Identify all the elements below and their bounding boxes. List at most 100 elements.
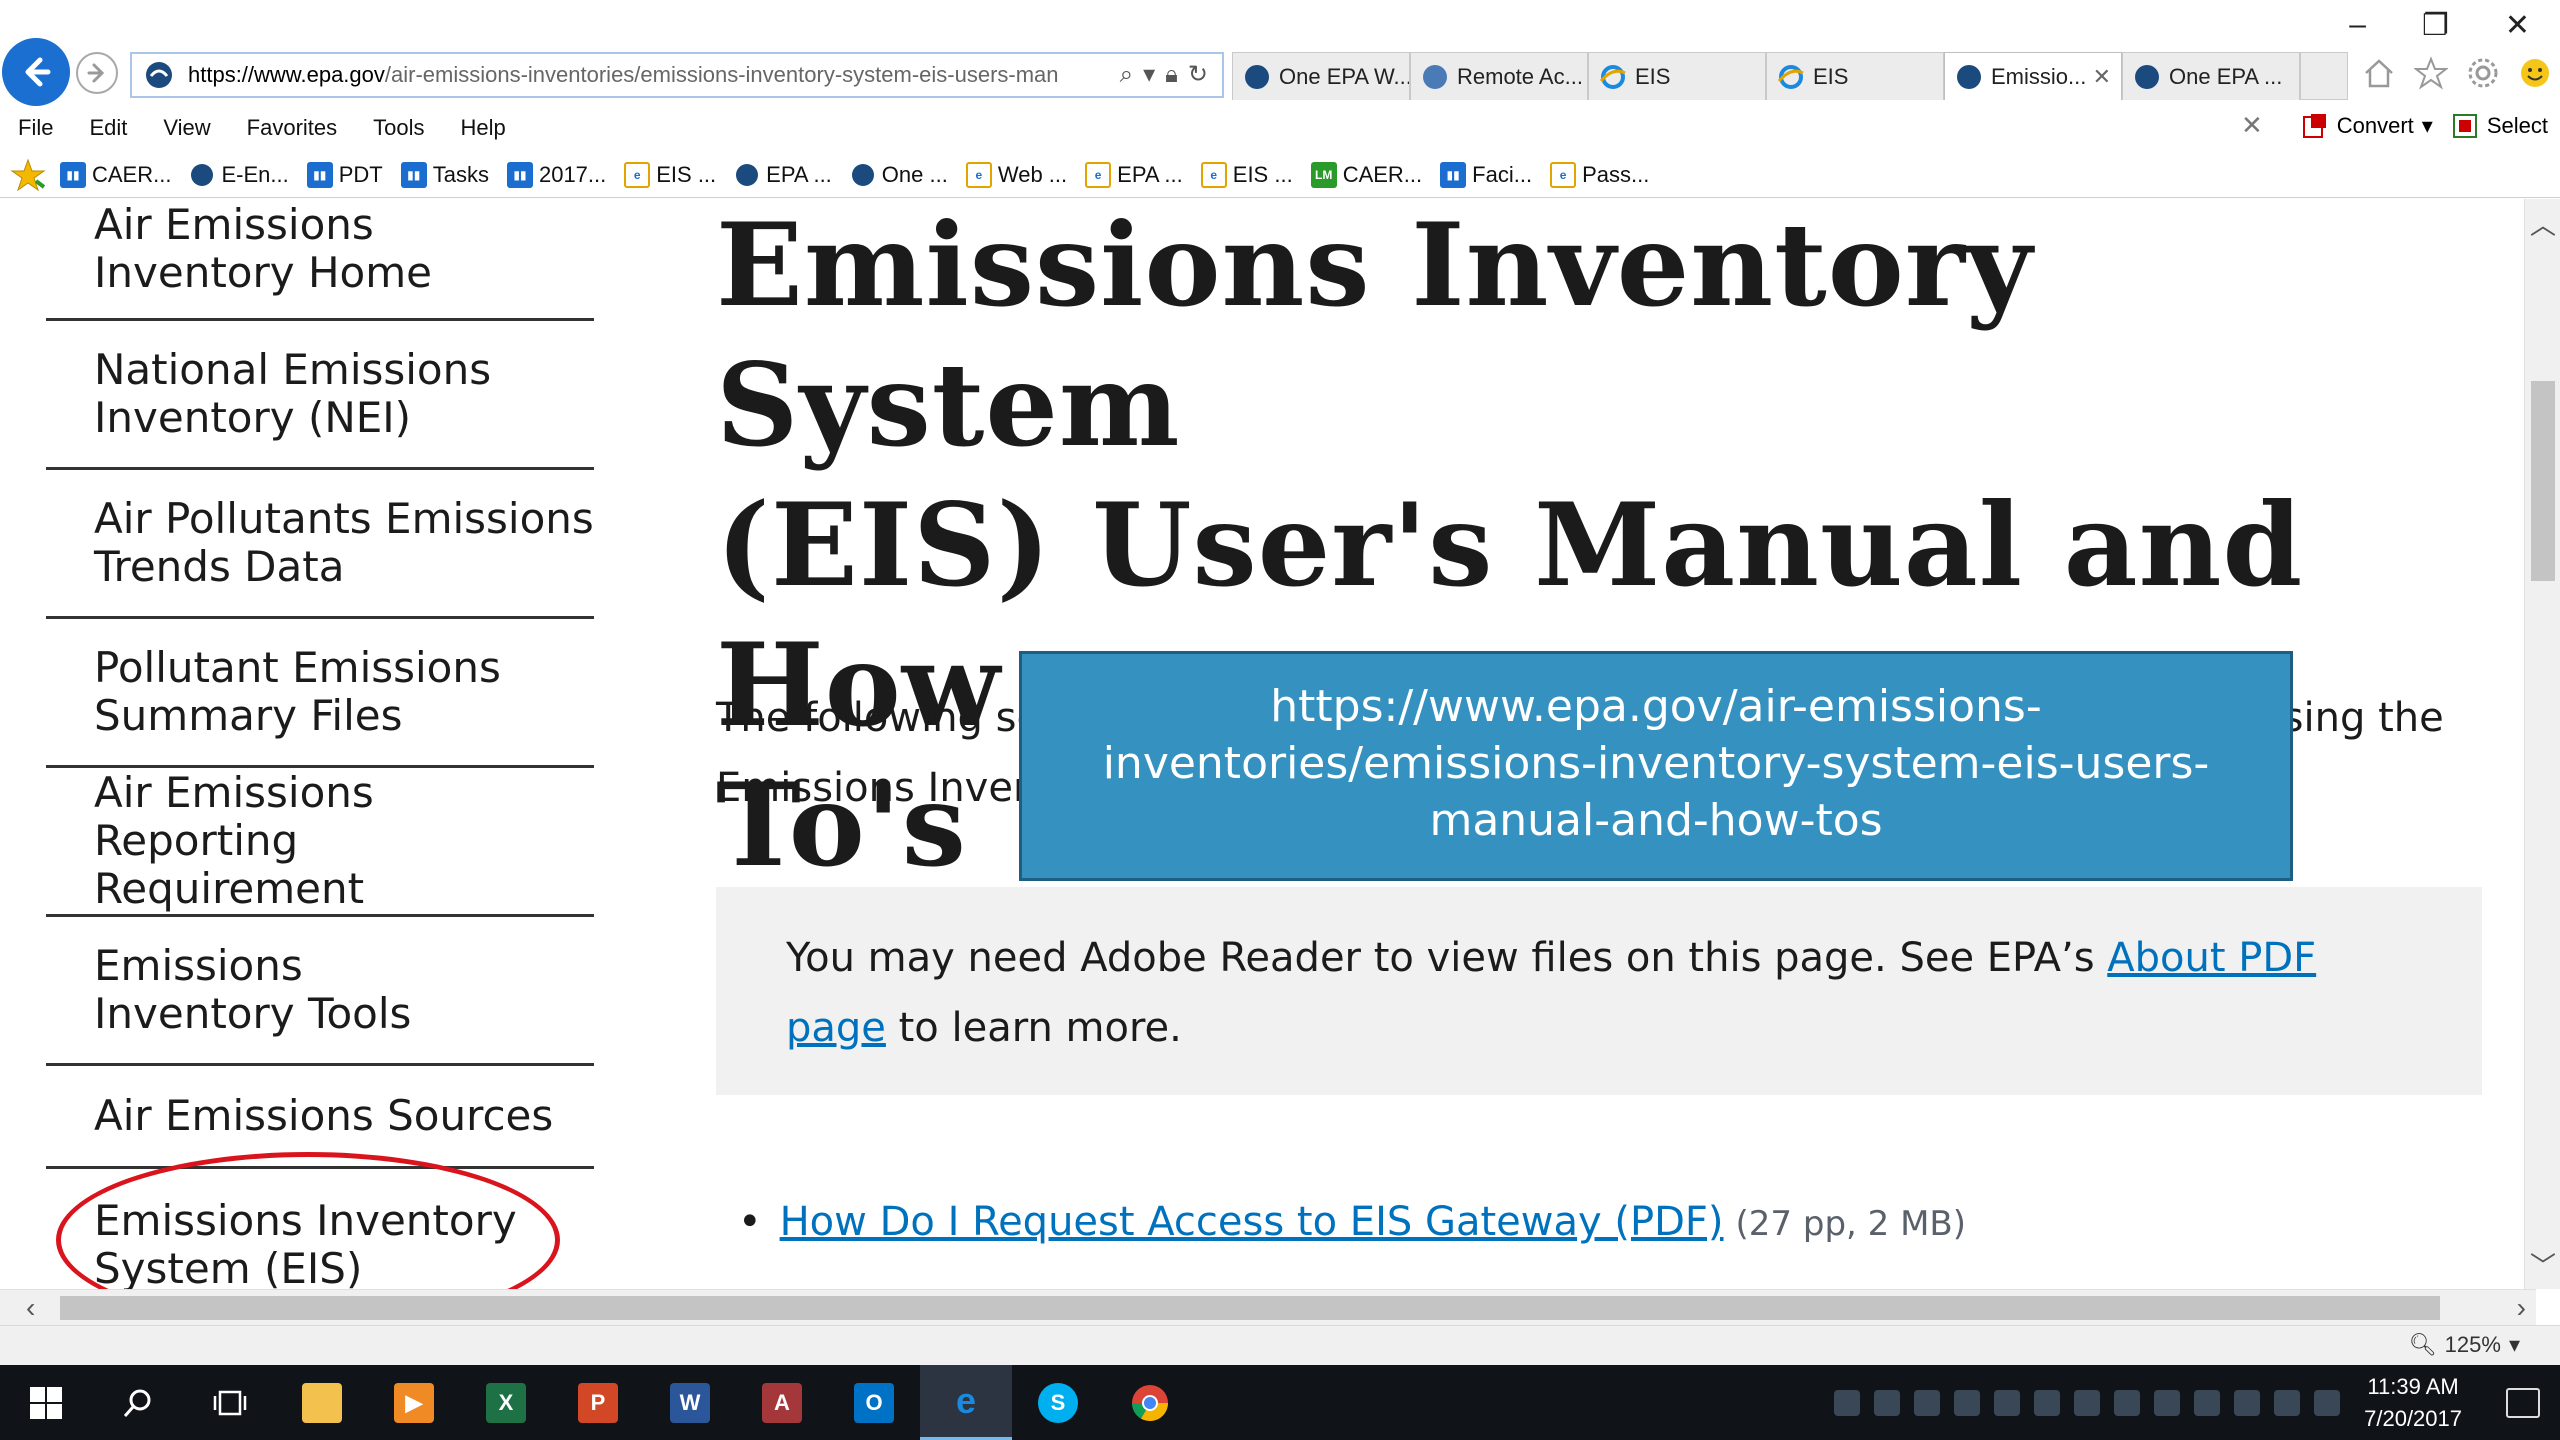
minimize-icon[interactable]: –: [2349, 8, 2366, 43]
display-icon[interactable]: [1954, 1389, 1981, 1416]
tab-remote-access[interactable]: Remote Ac...: [1410, 52, 1588, 100]
address-url[interactable]: https://www.epa.gov/air-emissions-invent…: [188, 62, 1108, 88]
menu-help[interactable]: Help: [443, 115, 524, 141]
network-icon[interactable]: [2234, 1389, 2261, 1416]
fav-item[interactable]: e Web ...: [965, 161, 1067, 188]
taskbar-powerpoint[interactable]: P: [552, 1365, 644, 1440]
favorites-add-icon[interactable]: [10, 157, 46, 193]
sidebar-item-nei[interactable]: National Emissions Inventory (NEI): [46, 321, 594, 470]
smiley-feedback-icon[interactable]: [2518, 56, 2552, 90]
security-shield-icon[interactable]: [1994, 1389, 2021, 1416]
back-button[interactable]: [2, 38, 70, 106]
fav-item[interactable]: ▮▮ 2017...: [506, 161, 606, 188]
zoom-control[interactable]: 🔍︎ 125% ▾: [2409, 1332, 2520, 1358]
taskbar-excel[interactable]: X: [460, 1365, 552, 1440]
sidebar-item-trends-data[interactable]: Air Pollutants Emissions Trends Data: [46, 470, 594, 619]
sidebar-item-reporting-requirement[interactable]: Air Emissions Reporting Requirement: [46, 768, 594, 917]
tab-one-epa-2[interactable]: One EPA ...: [2122, 52, 2300, 100]
fav-item[interactable]: ▮▮ PDT: [306, 161, 383, 188]
menu-edit[interactable]: Edit: [71, 115, 145, 141]
fav-item[interactable]: EPA ...: [734, 161, 832, 188]
ie-icon: e: [624, 161, 651, 188]
scroll-right-icon[interactable]: ›: [2517, 1290, 2526, 1326]
fav-item[interactable]: LM CAER...: [1310, 161, 1422, 188]
fav-item[interactable]: e EIS ...: [1200, 161, 1293, 188]
search-button[interactable]: [92, 1365, 184, 1440]
sidebar-item-inventory-tools[interactable]: Emissions Inventory Tools: [46, 917, 594, 1066]
menu-view[interactable]: View: [145, 115, 228, 141]
fav-item[interactable]: E-En...: [189, 161, 289, 188]
fav-label: EPA ...: [766, 161, 832, 187]
zoom-icon: 🔍︎: [2408, 1332, 2437, 1357]
favorites-star-icon[interactable]: [2414, 56, 2448, 90]
lock-icon[interactable]: 🔒︎: [1165, 61, 1178, 89]
volume-muted-icon[interactable]: [2274, 1389, 2301, 1416]
notification-app-icon[interactable]: [2194, 1389, 2221, 1416]
select-button[interactable]: Select: [2451, 112, 2548, 140]
taskbar-chrome[interactable]: [1104, 1365, 1196, 1440]
home-icon[interactable]: [2362, 56, 2396, 90]
onenote-icon[interactable]: [2034, 1389, 2061, 1416]
taskbar-skype[interactable]: S: [1012, 1365, 1104, 1440]
fav-item[interactable]: One ...: [849, 161, 948, 188]
fav-item[interactable]: ▮▮ Faci...: [1440, 161, 1532, 188]
scroll-up-icon[interactable]: ︿: [2525, 205, 2560, 242]
zoom-dropdown-icon[interactable]: ▾: [2509, 1332, 2520, 1358]
menu-file[interactable]: File: [0, 115, 71, 141]
horizontal-scroll-thumb[interactable]: [60, 1296, 2440, 1320]
bluetooth-icon[interactable]: [1914, 1389, 1941, 1416]
fav-item[interactable]: ▮▮ Tasks: [400, 161, 489, 188]
taskbar-word[interactable]: W: [644, 1365, 736, 1440]
convert-button[interactable]: Convert ▾: [2301, 112, 2433, 140]
scroll-left-icon[interactable]: ‹: [26, 1290, 35, 1326]
action-center-icon[interactable]: [2506, 1387, 2540, 1418]
ie-icon: e: [955, 1380, 977, 1421]
clock[interactable]: 11:39 AM 7/20/2017: [2364, 1371, 2462, 1435]
tab-eis-2[interactable]: EIS: [1766, 52, 1944, 100]
gear-icon[interactable]: [2466, 56, 2500, 90]
taskbar-outlook[interactable]: O: [828, 1365, 920, 1440]
word-icon: W: [670, 1382, 710, 1423]
address-bar[interactable]: https://www.epa.gov/air-emissions-invent…: [130, 52, 1224, 98]
tab-eis-1[interactable]: EIS: [1588, 52, 1766, 100]
fav-item[interactable]: e Pass...: [1550, 161, 1649, 188]
horizontal-scrollbar[interactable]: ‹ ›: [0, 1289, 2536, 1325]
refresh-icon[interactable]: ↻: [1188, 60, 1208, 89]
restore-icon[interactable]: ❐: [2422, 8, 2449, 43]
task-view-button[interactable]: [184, 1365, 276, 1440]
fav-label: PDT: [338, 161, 383, 187]
onedrive-icon[interactable]: [1874, 1389, 1901, 1416]
taskbar-access[interactable]: A: [736, 1365, 828, 1440]
fav-item[interactable]: e EIS ...: [624, 161, 716, 188]
tab-close-icon[interactable]: ✕: [2093, 64, 2111, 90]
search-icon[interactable]: ⌕: [1120, 61, 1133, 89]
vertical-scrollbar[interactable]: ︿ ﹀: [2524, 199, 2560, 1289]
vertical-scroll-thumb[interactable]: [2531, 381, 2555, 581]
sidebar-item-air-emissions-home[interactable]: Air Emissions Inventory Home: [46, 199, 594, 321]
battery-icon[interactable]: [2314, 1389, 2341, 1416]
tab-one-epa[interactable]: One EPA W...: [1232, 52, 1410, 100]
new-tab-button[interactable]: [2300, 52, 2348, 100]
scroll-down-icon[interactable]: ﹀: [2525, 1246, 2560, 1283]
sidebar-item-summary-files[interactable]: Pollutant Emissions Summary Files: [46, 619, 594, 768]
wifi-icon[interactable]: [2154, 1389, 2181, 1416]
close-window-icon[interactable]: ✕: [2505, 8, 2530, 43]
request-access-pdf-link[interactable]: How Do I Request Access to EIS Gateway (…: [780, 1199, 1724, 1245]
epa-site-icon: [146, 62, 172, 88]
close-toolbar-icon[interactable]: ✕: [2241, 110, 2263, 141]
forward-button[interactable]: [76, 52, 118, 94]
taskbar-internet-explorer[interactable]: e: [920, 1365, 1012, 1440]
skype-tray-icon[interactable]: [2074, 1389, 2101, 1416]
dropdown-icon[interactable]: ▾: [1143, 60, 1155, 89]
outlook-tray-icon[interactable]: [2114, 1389, 2141, 1416]
menu-favorites[interactable]: Favorites: [229, 115, 355, 141]
fav-item[interactable]: e EPA ...: [1085, 161, 1183, 188]
taskbar-file-explorer[interactable]: [276, 1365, 368, 1440]
taskbar-media[interactable]: ▶: [368, 1365, 460, 1440]
menu-tools[interactable]: Tools: [355, 115, 442, 141]
tab-emissions-active[interactable]: Emissio... ✕: [1944, 52, 2122, 100]
start-button[interactable]: [0, 1365, 92, 1440]
network-share-icon[interactable]: [1834, 1389, 1861, 1416]
convert-dropdown-icon[interactable]: ▾: [2422, 113, 2433, 139]
fav-item[interactable]: ▮▮ CAER...: [60, 161, 171, 188]
